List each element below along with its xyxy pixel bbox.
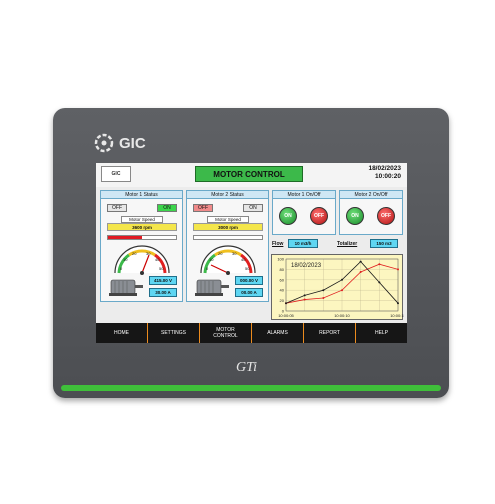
motor2-on-indicator[interactable]: ON <box>243 204 263 212</box>
motor2-current-readout: 00.00 A <box>235 288 263 297</box>
chart-title: 18/02/2023 <box>291 263 322 269</box>
motor1-speed-value: 3600 rpm <box>107 223 177 231</box>
chart-y-tick-label: 40 <box>280 288 285 293</box>
trend-chart: 10080604020010:00:0510:00:1010:00:1518/0… <box>271 254 407 320</box>
gauge-tick-label: 40 <box>241 257 246 262</box>
gauge-tick-label: 10 <box>209 257 214 262</box>
date-text: 18/02/2023 <box>368 165 401 172</box>
motor1-on-button[interactable]: ON <box>279 207 297 225</box>
motor1-onoff-title: Motor 1 On/Off <box>273 191 335 199</box>
motor2-voltage-readout: 000.00 V <box>235 276 263 285</box>
motor2-off-indicator[interactable]: OFF <box>193 204 213 212</box>
motor2-on-button[interactable]: ON <box>346 207 364 225</box>
motor1-voltage-readout: 415.00 V <box>149 276 177 285</box>
motor1-speed-bar-fill <box>108 236 142 239</box>
gic-logo-icon <box>94 133 114 153</box>
screen-header: GIC MOTOR CONTROL 18/02/2023 10:00:20 <box>96 163 407 187</box>
chart-data-point <box>322 297 325 299</box>
motor1-on-indicator[interactable]: ON <box>157 204 177 212</box>
motor1-off-indicator[interactable]: OFF <box>107 204 127 212</box>
chart-data-point <box>359 260 362 263</box>
chart-data-point <box>303 294 306 297</box>
screen-logo: GIC <box>101 166 131 182</box>
chart-x-tick-label: 10:00:15 <box>390 313 404 318</box>
hmi-device-bezel: GIC GIC MOTOR CONTROL 18/02/2023 10:00:2… <box>53 108 449 398</box>
chart-y-tick-label: 60 <box>280 277 285 282</box>
hmi-screen: GIC MOTOR CONTROL 18/02/2023 10:00:20 Mo… <box>96 163 407 343</box>
model-name: GTi <box>236 360 258 375</box>
motor2-onoff-panel: Motor 2 On/Off ON OFF <box>339 190 403 235</box>
chart-y-tick-label: 100 <box>277 257 284 262</box>
motor2-icon <box>195 279 229 296</box>
motor1-speed-bar <box>107 235 177 240</box>
chart-data-point <box>341 278 343 281</box>
nav-alarms[interactable]: ALARMS <box>252 323 304 343</box>
motor1-current-readout: 30.00 A <box>149 288 177 297</box>
nav-home[interactable]: HOME <box>96 323 148 343</box>
flow-readout: 10 m3/h <box>288 239 318 248</box>
nav-help[interactable]: HELP <box>356 323 407 343</box>
datetime-display: 18/02/2023 10:00:20 <box>368 165 401 181</box>
nav-motor-control[interactable]: MOTOR CONTROL <box>200 323 252 343</box>
motor2-off-button[interactable]: OFF <box>377 207 395 225</box>
chart-data-point <box>322 289 325 292</box>
nav-settings[interactable]: SETTINGS <box>148 323 200 343</box>
gauge-tick-label: 20 <box>132 251 137 256</box>
chart-data-point <box>341 289 343 292</box>
motor1-icon <box>109 279 143 296</box>
trend-chart-svg: 10080604020010:00:0510:00:1010:00:1518/0… <box>277 257 406 319</box>
status-light-strip <box>61 385 441 391</box>
chart-data-point <box>359 271 362 273</box>
motor1-speed-label: Motor Speed <box>121 216 163 223</box>
gauge-tick-label: 10 <box>123 257 128 262</box>
chart-data-point <box>285 302 287 305</box>
motor2-speed-label: Motor Speed <box>207 216 249 223</box>
motor2-onoff-title: Motor 2 On/Off <box>340 191 402 199</box>
flow-label: Flow <box>272 241 284 247</box>
motor2-speed-value: 3000 rpm <box>193 223 263 231</box>
motor1-status-panel: Motor 1 Status OFF ON Motor Speed 3600 r… <box>100 190 183 302</box>
motor2-status-title: Motor 2 Status <box>187 191 268 199</box>
chart-x-tick-label: 10:00:10 <box>334 313 350 318</box>
gauge-tick-label: 50 <box>159 266 164 271</box>
motor2-status-panel: Motor 2 Status OFF ON Motor Speed 3000 r… <box>186 190 269 302</box>
motor1-off-button[interactable]: OFF <box>310 207 328 225</box>
chart-y-tick-label: 20 <box>280 298 285 303</box>
gauge-tick-label: 30 <box>232 251 237 256</box>
chart-y-tick-label: 80 <box>280 267 285 272</box>
brand-logo: GIC <box>93 132 146 154</box>
totalizer-label: Totalizer <box>337 241 358 247</box>
brand-name: GIC <box>119 134 146 152</box>
totalizer-readout: 150 m3 <box>370 239 398 248</box>
page-title: MOTOR CONTROL <box>195 166 303 182</box>
gauge-tick-label: 50 <box>245 266 250 271</box>
gauge-tick-label: 20 <box>218 251 223 256</box>
chart-data-point <box>397 268 399 271</box>
chart-data-point <box>378 263 381 266</box>
nav-report[interactable]: REPORT <box>304 323 356 343</box>
gauge-tick-label: 40 <box>155 257 160 262</box>
bottom-nav: HOME SETTINGS MOTOR CONTROL ALARMS REPOR… <box>96 323 407 343</box>
chart-data-point <box>397 302 399 305</box>
time-text: 10:00:20 <box>374 173 401 180</box>
motor1-speed-gauge: 0 10 20 30 40 50 <box>114 245 170 275</box>
motor1-status-title: Motor 1 Status <box>101 191 182 199</box>
chart-data-point <box>378 281 381 284</box>
motor2-speed-bar <box>193 235 263 240</box>
chart-data-point <box>303 298 306 301</box>
motor1-onoff-panel: Motor 1 On/Off ON OFF <box>272 190 336 235</box>
motor2-speed-gauge: 0 10 20 30 40 50 <box>200 245 256 275</box>
chart-x-tick-label: 10:00:05 <box>278 313 294 318</box>
